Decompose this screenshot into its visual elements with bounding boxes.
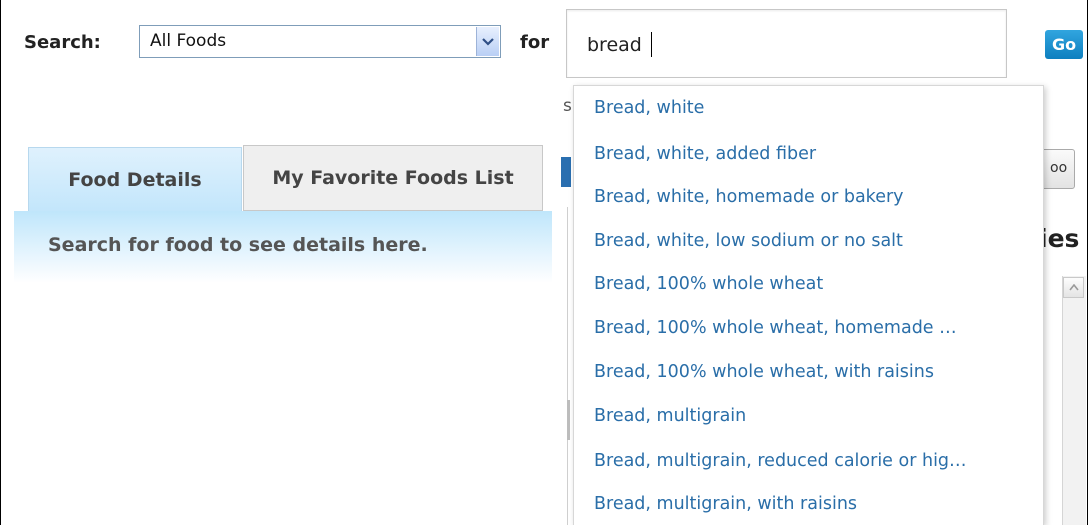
suggestion-item[interactable]: Bread, 100% whole wheat, homemade …: [594, 308, 1039, 348]
tab-food-details[interactable]: Food Details: [28, 147, 242, 211]
background-text-fragment: s: [563, 96, 572, 116]
chevron-down-icon[interactable]: [476, 27, 499, 56]
autocomplete-dropdown: Bread, white Bread, white, added fiber B…: [573, 85, 1044, 525]
search-label: Search:: [24, 32, 101, 53]
category-select[interactable]: All Foods: [139, 25, 501, 58]
suggestion-item[interactable]: Bread, white, low sodium or no salt: [594, 221, 1039, 261]
suggestion-item[interactable]: Bread, white, added fiber: [594, 134, 1039, 174]
left-frame-border: [0, 0, 1, 525]
search-input-value: bread: [587, 34, 642, 56]
background-scrollbar[interactable]: [1062, 276, 1086, 525]
background-button-label: oo: [1050, 160, 1068, 176]
tab-food-details-label: Food Details: [68, 168, 202, 191]
suggestion-item[interactable]: Bread, multigrain, reduced calorie or hi…: [594, 441, 1039, 481]
tab-my-favorite-foods-list[interactable]: My Favorite Foods List: [243, 145, 543, 211]
suggestion-item[interactable]: Bread, multigrain: [594, 396, 1039, 436]
for-label: for: [520, 32, 550, 53]
go-button[interactable]: Go: [1045, 30, 1083, 59]
tab-my-favorite-foods-list-label: My Favorite Foods List: [272, 167, 514, 189]
suggestion-item[interactable]: Bread, white: [594, 88, 1039, 128]
text-caret: [651, 32, 652, 57]
background-heading-fragment: ies: [1039, 224, 1080, 253]
background-blue-marker: [561, 157, 571, 187]
category-select-value: All Foods: [150, 31, 227, 51]
scroll-up-icon[interactable]: [1063, 277, 1084, 298]
food-details-message: Search for food to see details here.: [48, 234, 428, 256]
background-divider: [567, 400, 570, 440]
suggestion-item[interactable]: Bread, multigrain, with raisins: [594, 484, 1039, 524]
suggestion-item[interactable]: Bread, white, homemade or bakery: [594, 177, 1039, 217]
suggestion-item[interactable]: Bread, 100% whole wheat, with raisins: [594, 352, 1039, 392]
suggestion-item[interactable]: Bread, 100% whole wheat: [594, 264, 1039, 304]
search-input[interactable]: bread: [566, 9, 1007, 78]
background-panel-border: [567, 207, 568, 525]
